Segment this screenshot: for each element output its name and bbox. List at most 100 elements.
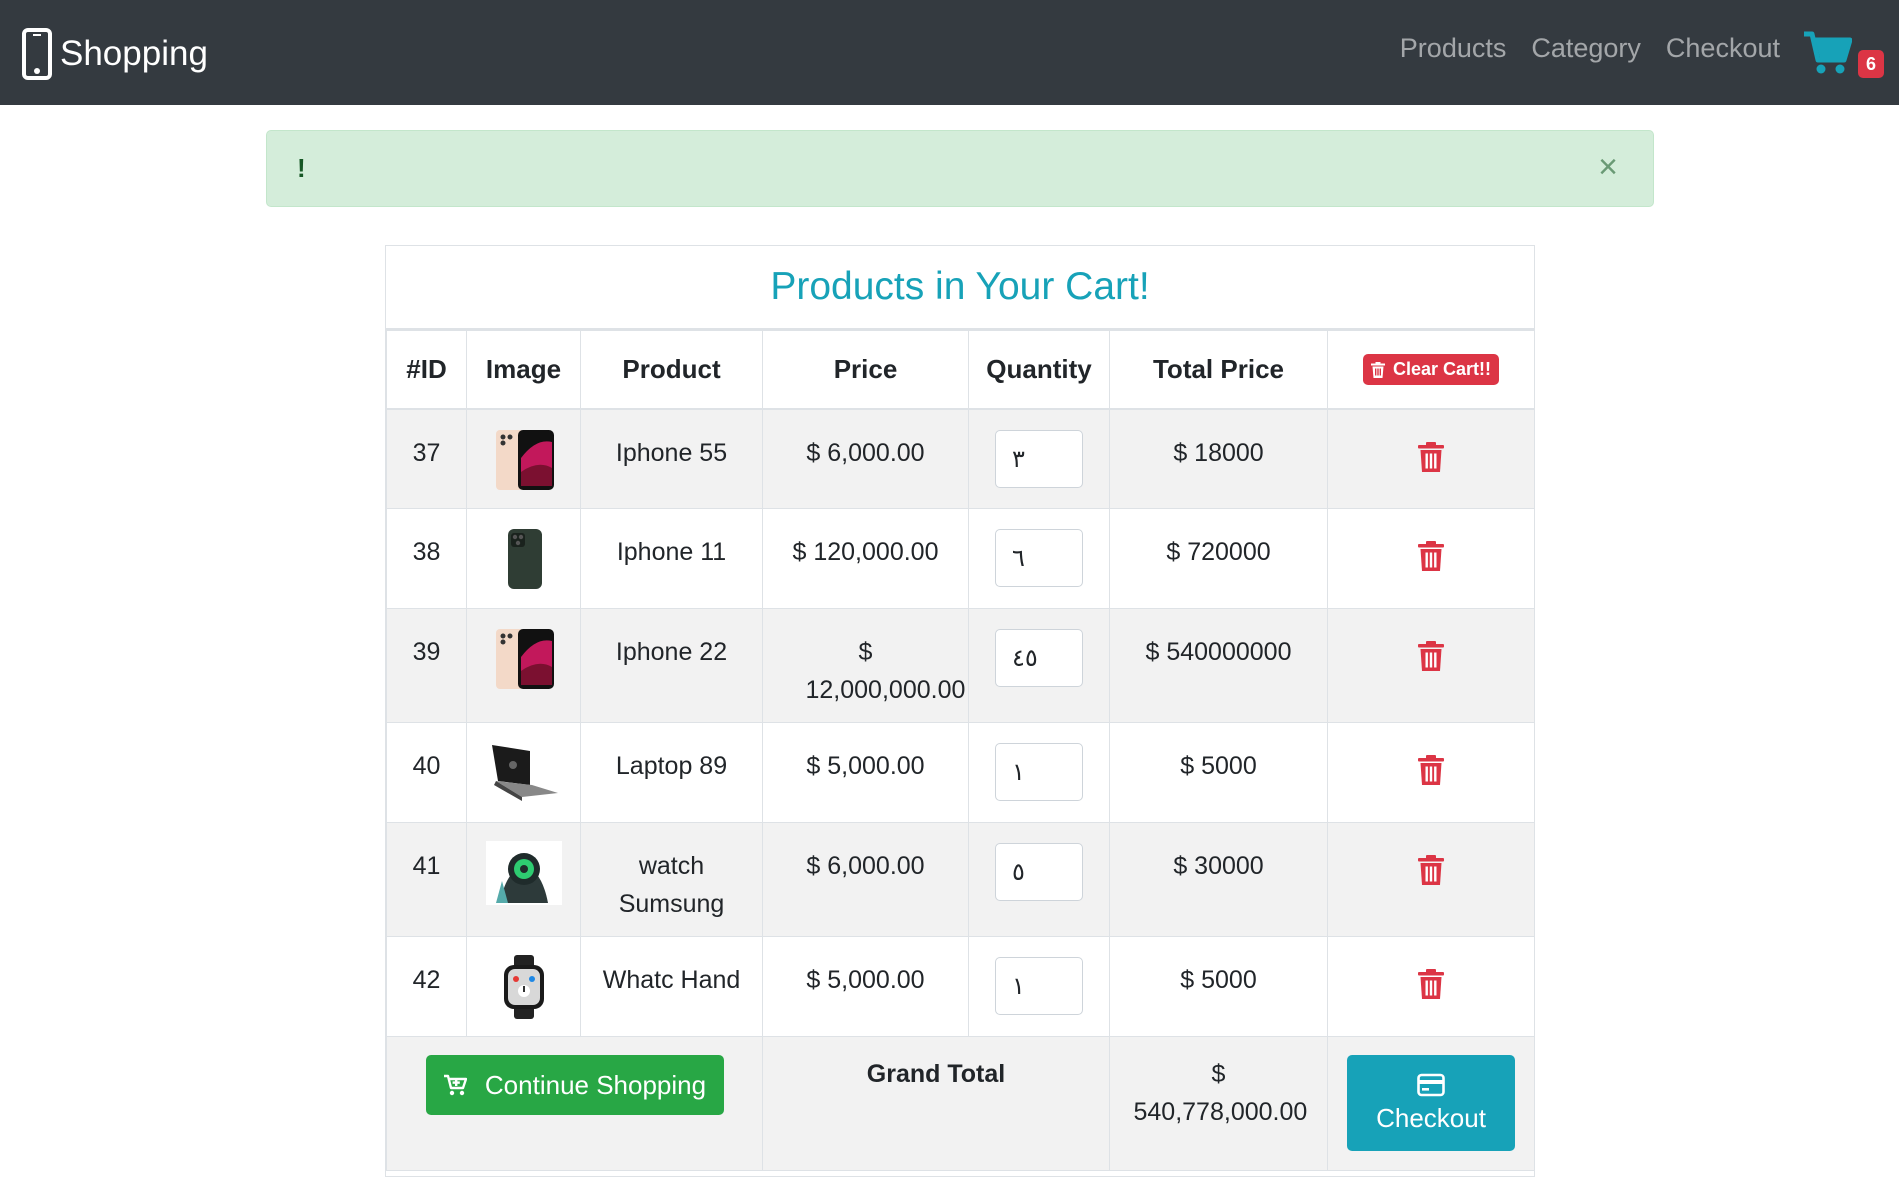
continue-shopping-label: Continue Shopping [484,1069,707,1100]
smartwatch-product-image [485,841,562,905]
cell-quantity [968,936,1110,1037]
cart-panel: Products in Your Cart! #ID Image Product… [385,245,1535,1177]
cell-product: Laptop 89 [580,722,763,823]
product-text: watch Sumsung [618,852,725,918]
cell-quantity [968,822,1110,937]
alert-message: ! [297,153,306,183]
cell-total: $ 540000000 [1109,608,1328,723]
nav-link-category[interactable]: Category [1531,33,1641,64]
continue-shopping-button[interactable]: Continue Shopping [425,1055,724,1115]
column-header-product: Product [580,330,763,410]
trash-icon[interactable] [1418,541,1444,571]
cell-product: Iphone 55 [580,408,763,509]
quantity-input[interactable] [995,429,1083,488]
close-icon[interactable]: × [1593,149,1623,185]
navbar: Shopping Products Category Checkout 6 [0,0,1899,105]
cell-remove [1327,408,1535,509]
cell-quantity [968,408,1110,509]
cell-image [466,408,581,509]
cell-price: $ 6,000.00 [762,822,969,937]
cell-price: $ 6,000.00 [762,408,969,509]
cell-id: 37 [386,408,467,509]
cell-id: 39 [386,608,467,723]
cart-count-badge: 6 [1858,50,1884,78]
cell-product: Iphone 11 [580,508,763,609]
cell-quantity [968,508,1110,609]
column-header-actions: Clear Cart!! [1327,330,1535,410]
cell-grand-total-value: $ 540,778,000.00 [1109,1036,1328,1171]
quantity-input[interactable] [995,629,1083,687]
cell-remove [1327,508,1535,609]
brand-label: Shopping [60,34,208,73]
cell-image [466,608,581,723]
cell-price: $ 12,000,000.00 [762,608,969,723]
mobile-phone-icon [22,28,52,80]
trash-icon[interactable] [1418,969,1444,999]
cell-remove [1327,608,1535,723]
cell-id: 38 [386,508,467,609]
success-alert: ! × [266,130,1654,207]
cell-grand-total-label: Grand Total [762,1036,1110,1171]
price-text: $ 12,000,000.00 [805,638,966,704]
table-row: 42 Whatc Hand $ 5,000.00 ١ $ 5000 [386,936,1535,1037]
laptop-product-image [491,745,558,801]
cell-total: $ 30000 [1109,822,1328,937]
cell-total: $ 5000 [1109,722,1328,823]
iphone-red-product-image [495,429,554,490]
table-row: 41 watch Sumsung $ 6,000.00 ٥ $ 30000 [386,822,1535,937]
cell-quantity [968,608,1110,723]
nav-link-checkout[interactable]: Checkout [1666,33,1780,64]
cell-product: Whatc Hand [580,936,763,1037]
quantity-input[interactable] [995,529,1083,587]
cell-continue: Continue Shopping [386,1036,763,1171]
cart-footer-row: Continue Shopping Grand Total $ 540,778,… [386,1036,1535,1171]
table-row: 40 Laptop 89 $ 5,000.00 $ 5000 [386,722,1535,823]
quantity-input[interactable] [995,843,1083,901]
cart-title: Products in Your Cart! [386,246,1534,330]
iphone-green-product-image [507,529,542,589]
clear-cart-label: Clear Cart!! [1392,359,1492,379]
table-header-row: #ID Image Product Price Quantity Total P… [386,330,1535,410]
table-row: 38 Iphone 11 $ 120,000.00 $ 720000 [386,508,1535,609]
cell-id: 41 [386,822,467,937]
cart-table: #ID Image Product Price Quantity Total P… [386,330,1535,1171]
column-header-price: Price [762,330,969,410]
cell-image [466,936,581,1037]
nav-link-products[interactable]: Products [1400,33,1507,64]
column-header-image: Image [466,330,581,410]
cell-total: $ 720000 [1109,508,1328,609]
nav-links: Products Category Checkout [1375,26,1780,70]
quantity-input[interactable] [995,957,1083,1015]
grand-total-value: $ 540,778,000.00 [1133,1060,1308,1126]
quantity-input[interactable] [995,743,1083,801]
column-header-quantity: Quantity [968,330,1110,410]
cell-price: $ 5,000.00 [762,936,969,1037]
cart-link[interactable]: 6 [1802,30,1892,82]
iphone-red-product-image [495,629,554,689]
trash-icon[interactable] [1418,641,1444,671]
table-row: 39 Iphone 22 $ 12,000,000.00 ٤٥ $ 540000… [386,608,1535,723]
cell-image [466,508,581,609]
cell-total: $ 5000 [1109,936,1328,1037]
column-header-total-price: Total Price [1109,330,1328,410]
cell-image [466,822,581,937]
cell-product: Iphone 22 [580,608,763,723]
cell-checkout: Checkout [1327,1036,1535,1171]
cell-image [466,722,581,823]
clear-cart-button[interactable]: Clear Cart!! [1362,354,1500,385]
cell-product: watch Sumsung [580,822,763,937]
trash-icon[interactable] [1418,755,1444,785]
checkout-button[interactable]: Checkout [1347,1055,1515,1151]
cell-price: $ 120,000.00 [762,508,969,609]
checkout-label: Checkout [1376,1102,1486,1133]
cell-quantity [968,722,1110,823]
credit-card-icon [1417,1073,1445,1096]
cell-remove [1327,936,1535,1037]
trash-icon[interactable] [1418,441,1444,472]
trash-icon [1370,361,1385,378]
trash-icon[interactable] [1418,855,1444,885]
table-row: 37 Iphone 55 $ 6,000.00 $ 18000 [386,408,1535,509]
column-header-id: #ID [386,330,467,410]
brand-link[interactable]: Shopping [22,26,208,82]
cell-id: 40 [386,722,467,823]
